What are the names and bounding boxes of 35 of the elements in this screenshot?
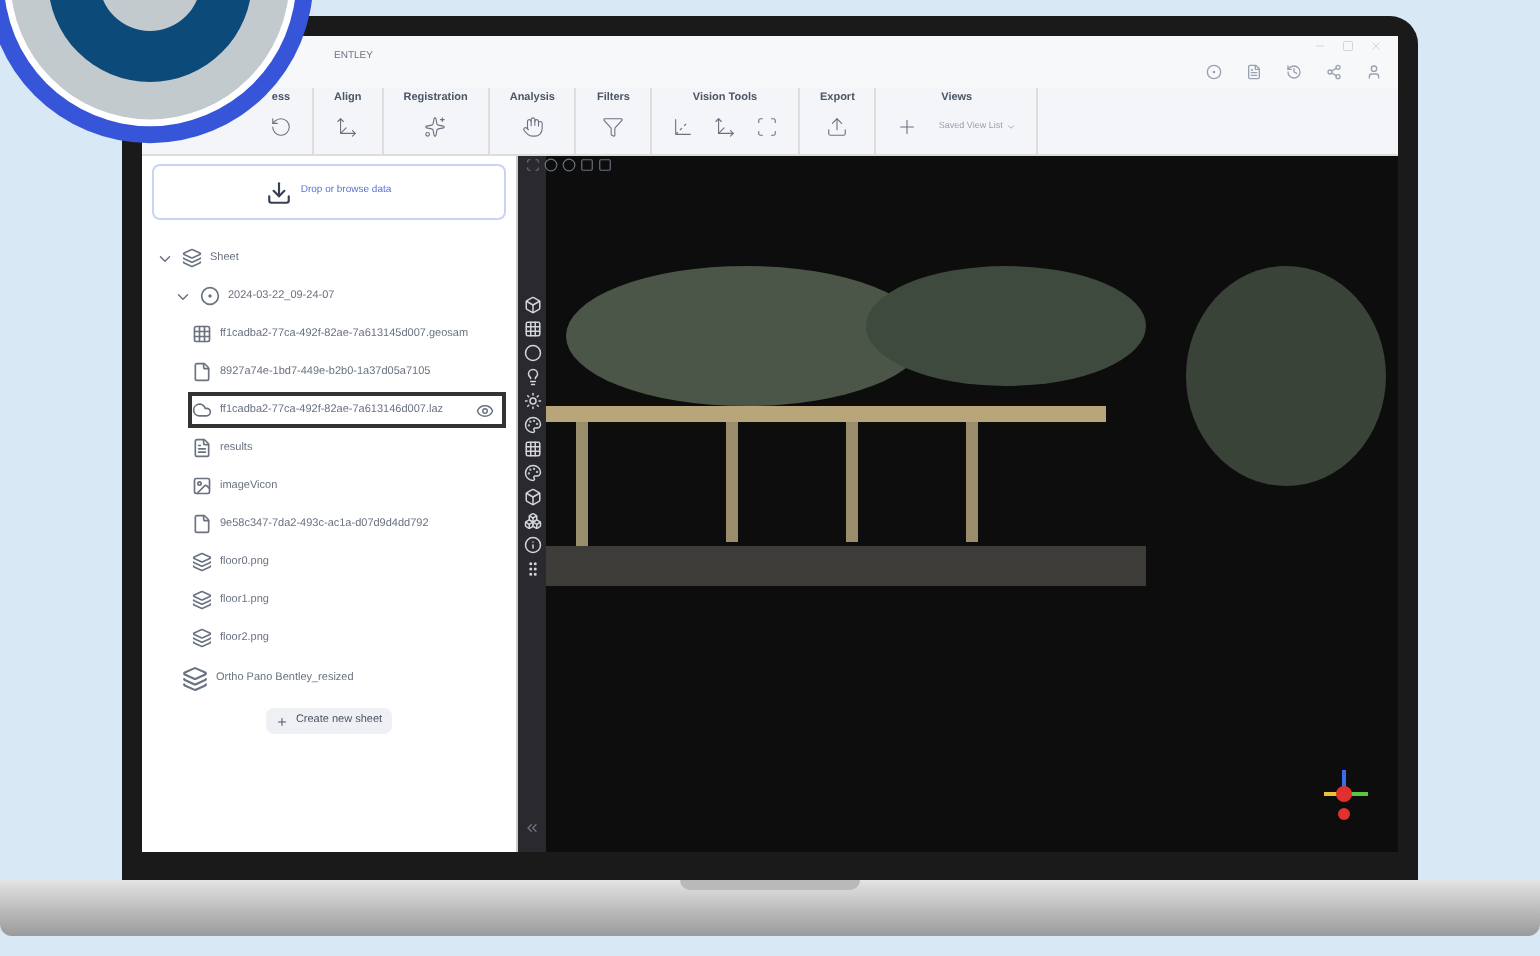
results-icon (192, 438, 212, 458)
mesh-icon (192, 324, 212, 344)
view-tool-icon[interactable] (523, 512, 541, 530)
sheet-icon (192, 628, 212, 648)
tool-icon[interactable] (521, 116, 544, 139)
tool-icon[interactable] (826, 116, 849, 139)
sheet-icon (182, 665, 208, 691)
cloud-icon (192, 400, 212, 420)
download-icon (266, 179, 293, 205)
sheet-icon (192, 552, 212, 572)
document-icon[interactable] (1246, 64, 1262, 80)
view-tool-icon[interactable] (523, 560, 541, 578)
tool-icon[interactable] (713, 116, 736, 139)
target-icon[interactable] (1206, 64, 1222, 80)
tool-icon[interactable] (270, 116, 292, 139)
share-icon[interactable] (1326, 64, 1342, 80)
capture-icon (200, 286, 220, 306)
tool-icon[interactable] (424, 116, 447, 139)
sheet-icon (182, 248, 202, 268)
view-tool-icon[interactable] (523, 368, 541, 386)
view-tool-icon[interactable] (523, 392, 541, 410)
image-icon (192, 476, 212, 496)
eye-icon[interactable] (476, 401, 494, 419)
plus-icon (275, 715, 288, 727)
tool-icon[interactable] (671, 116, 694, 139)
tool-icon[interactable] (336, 116, 359, 139)
user-icon[interactable] (1366, 64, 1382, 80)
collapse-icon[interactable] (524, 820, 540, 836)
file-icon (192, 362, 212, 382)
tool-icon[interactable] (602, 116, 625, 139)
caret-icon (1006, 122, 1017, 133)
file-icon (192, 514, 212, 534)
tool-icon[interactable] (755, 116, 778, 139)
history-icon[interactable] (1286, 64, 1302, 80)
sheet-icon (192, 590, 212, 610)
